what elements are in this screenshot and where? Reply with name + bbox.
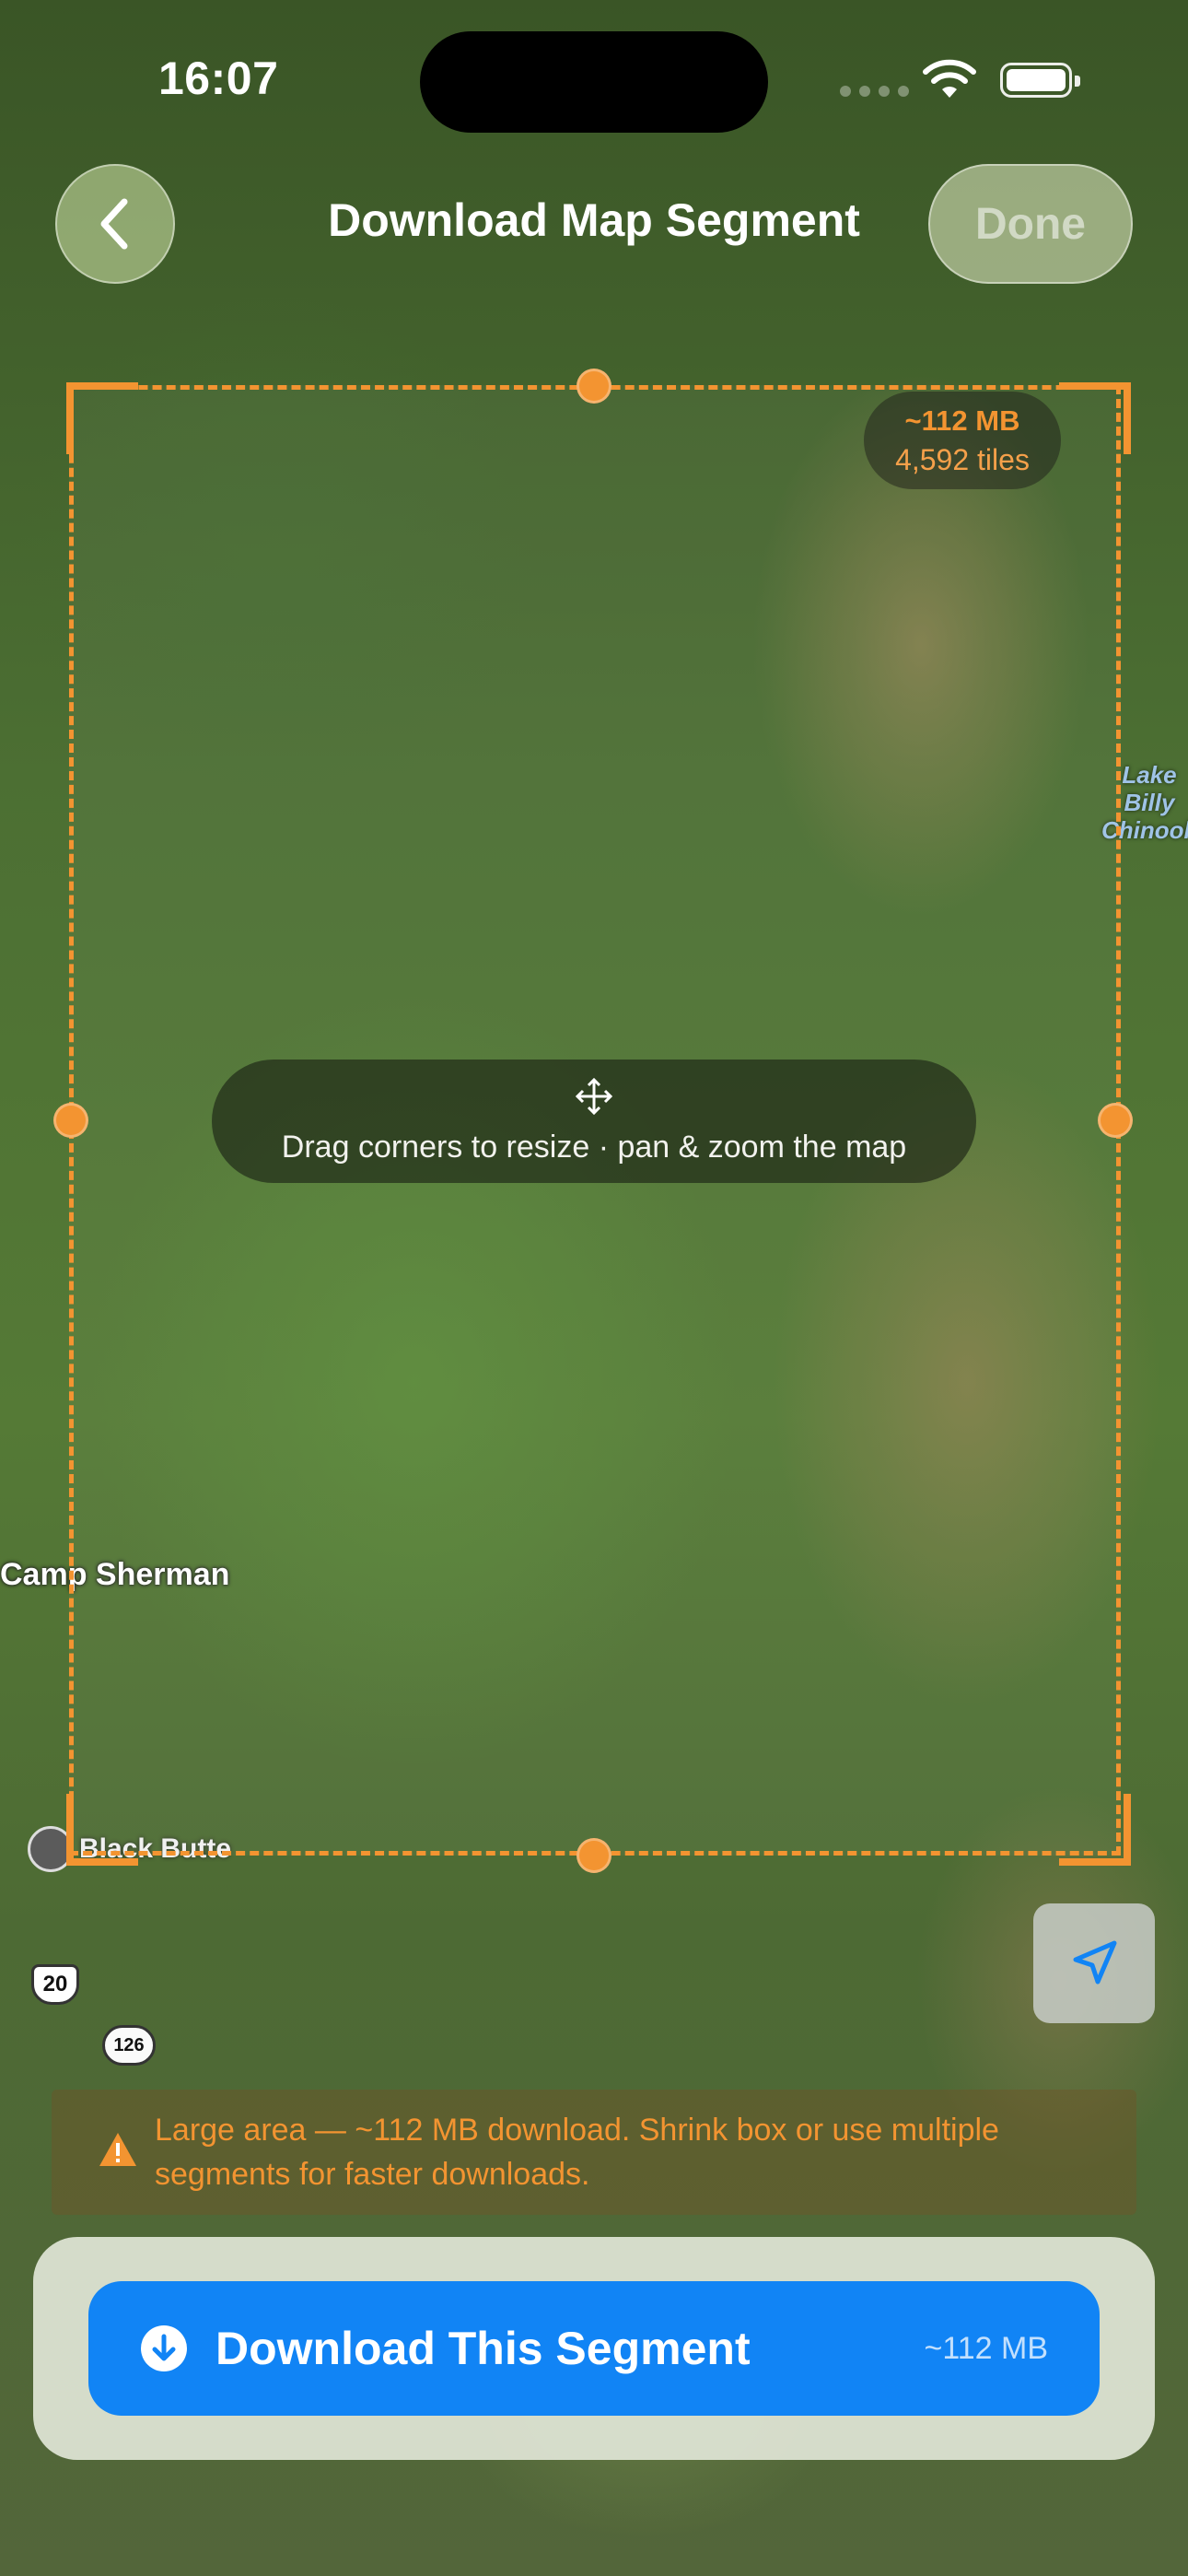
resize-hint: Drag corners to resize · pan & zoom the … <box>212 1060 976 1183</box>
download-arrow-icon <box>141 2325 187 2371</box>
route-126-shield: 126 <box>102 2025 156 2066</box>
page-title: Download Map Segment <box>328 194 860 246</box>
corner-handle-top-left[interactable] <box>66 382 138 454</box>
corner-handle-bottom-left[interactable] <box>66 1794 138 1866</box>
edge-handle-left[interactable] <box>53 1103 88 1138</box>
locate-me-button[interactable] <box>1033 1903 1155 2023</box>
warning-icon <box>99 2133 136 2166</box>
battery-icon <box>1000 63 1080 98</box>
status-time: 16:07 <box>158 53 279 104</box>
route-20-shield: 20 <box>31 1964 79 2005</box>
corner-handle-bottom-right[interactable] <box>1059 1794 1131 1866</box>
edge-handle-bottom[interactable] <box>577 1838 611 1873</box>
edge-handle-right[interactable] <box>1098 1103 1133 1138</box>
size-badge: ~112 MB 4,592 tiles <box>864 392 1061 489</box>
download-label: Download This Segment <box>215 2323 751 2374</box>
edge-handle-top[interactable] <box>577 369 611 404</box>
location-arrow-icon <box>1073 1940 1117 1985</box>
download-size: ~112 MB <box>924 2331 1048 2366</box>
corner-handle-top-right[interactable] <box>1059 382 1131 454</box>
dynamic-island <box>420 31 768 133</box>
warning-text: Large area — ~112 MB download. Shrink bo… <box>155 2113 999 2192</box>
tile-count: 4,592 tiles <box>895 443 1030 476</box>
signal-icon <box>840 85 917 101</box>
large-area-warning: Large area — ~112 MB download. Shrink bo… <box>52 2090 1136 2215</box>
move-icon <box>576 1078 612 1115</box>
size-estimate: ~112 MB <box>904 404 1020 437</box>
back-button[interactable] <box>55 164 175 284</box>
status-bar: 16:07 <box>0 0 1188 138</box>
back-chevron-icon <box>100 198 128 250</box>
download-segment-button[interactable]: Download This Segment ~112 MB <box>88 2281 1100 2416</box>
hint-text: Drag corners to resize · pan & zoom the … <box>281 1130 907 1165</box>
done-button[interactable]: Done <box>928 164 1133 284</box>
wifi-icon <box>921 57 978 104</box>
